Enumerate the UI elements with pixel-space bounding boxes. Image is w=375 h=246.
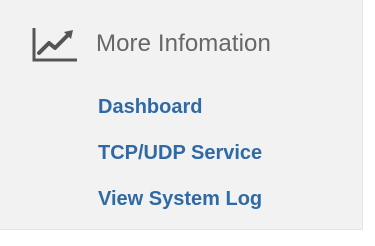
tcp-udp-service-link[interactable]: TCP/UDP Service <box>98 138 262 168</box>
dashboard-link[interactable]: Dashboard <box>98 92 262 122</box>
section-header: More Infomation <box>30 24 271 64</box>
more-information-panel: More Infomation Dashboard TCP/UDP Servic… <box>0 0 363 230</box>
line-chart-icon <box>30 24 80 64</box>
section-title: More Infomation <box>96 30 271 57</box>
info-links-list: Dashboard TCP/UDP Service View System Lo… <box>98 92 262 230</box>
view-system-log-link[interactable]: View System Log <box>98 184 262 214</box>
